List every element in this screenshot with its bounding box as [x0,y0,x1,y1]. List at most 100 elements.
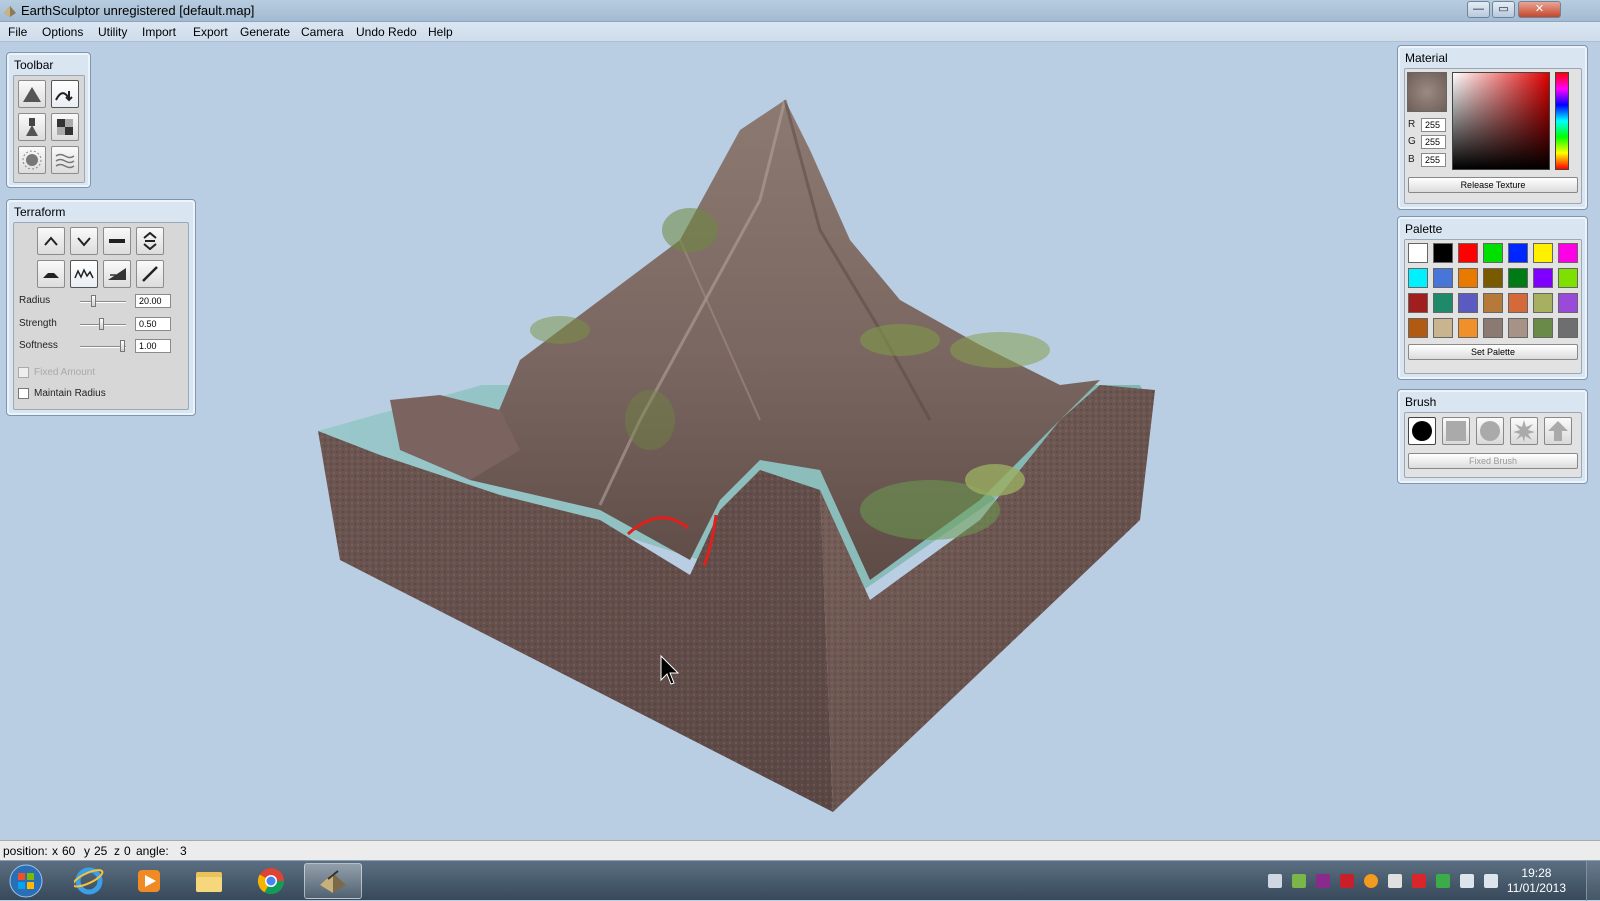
palette-swatch[interactable] [1408,293,1428,313]
palette-swatch[interactable] [1433,293,1453,313]
set-palette-button[interactable]: Set Palette [1408,344,1578,360]
taskbar-clock[interactable]: 19:28 11/01/2013 [1507,866,1566,896]
taskbar-earthsculptor[interactable] [304,863,362,899]
taskbar-internet-explorer[interactable] [60,863,118,899]
g-input[interactable]: 255 [1421,135,1446,149]
palette-swatch[interactable] [1558,268,1578,288]
square-brush-button[interactable] [1442,417,1470,445]
dig-tool-button[interactable] [136,227,164,255]
water-tool-button[interactable] [51,146,79,174]
palette-swatch[interactable] [1408,268,1428,288]
palette-swatch[interactable] [1533,243,1553,263]
palette-swatch[interactable] [1458,268,1478,288]
tray-power-icon[interactable] [1460,874,1474,888]
brush-body: Fixed Brush [1404,412,1582,478]
terrain-viewport[interactable] [0,43,1600,840]
ramp-tool-button[interactable] [136,260,164,288]
show-desktop-button[interactable] [1586,861,1600,901]
strength-input[interactable]: 0.50 [135,317,171,331]
maintain-radius-checkbox[interactable] [18,388,29,399]
palette-swatch[interactable] [1558,318,1578,338]
terrain-tool-button[interactable] [18,80,46,108]
palette-swatch[interactable] [1508,268,1528,288]
palette-swatch[interactable] [1508,293,1528,313]
raise-icon [44,236,58,246]
fixed-brush-button[interactable]: Fixed Brush [1408,453,1578,469]
palette-swatch[interactable] [1533,293,1553,313]
tray-onenote-icon[interactable] [1316,874,1330,888]
texture-icon [57,119,73,135]
paint-tool-button[interactable] [18,113,46,141]
menu-help[interactable]: Help [428,25,453,39]
menu-utility[interactable]: Utility [98,25,127,39]
radius-input[interactable]: 20.00 [135,294,171,308]
palette-swatch[interactable] [1458,243,1478,263]
menu-undo-redo[interactable]: Undo Redo [356,25,417,39]
palette-swatch[interactable] [1433,318,1453,338]
noise-tool-button[interactable] [70,260,98,288]
palette-swatch[interactable] [1408,243,1428,263]
splatter-brush-button[interactable] [1510,417,1538,445]
palette-swatch[interactable] [1483,293,1503,313]
taskbar-file-explorer[interactable] [180,863,238,899]
texture-swatch[interactable] [1407,72,1447,112]
palette-swatch[interactable] [1483,268,1503,288]
menu-options[interactable]: Options [42,25,83,39]
texture-tool-button[interactable] [51,113,79,141]
menu-import[interactable]: Import [142,25,176,39]
palette-swatch[interactable] [1408,318,1428,338]
arrow-brush-icon [1548,421,1568,441]
minimize-button[interactable]: — [1467,1,1490,18]
arrow-brush-button[interactable] [1544,417,1572,445]
palette-swatch[interactable] [1433,268,1453,288]
softness-input[interactable]: 1.00 [135,339,171,353]
palette-swatch[interactable] [1533,318,1553,338]
palette-swatch[interactable] [1508,318,1528,338]
palette-swatch[interactable] [1483,318,1503,338]
flatten-tool-button[interactable] [103,227,131,255]
softness-slider-thumb[interactable] [119,340,125,352]
lower-tool-button[interactable] [70,227,98,255]
radius-slider-thumb[interactable] [90,295,96,307]
tray-sync-icon[interactable] [1436,874,1450,888]
tray-app-icon[interactable] [1292,874,1306,888]
start-button[interactable] [0,863,52,899]
color-picker-square[interactable] [1452,72,1550,170]
palette-swatch[interactable] [1533,268,1553,288]
circle-brush-button[interactable] [1408,417,1436,445]
palette-swatch[interactable] [1558,243,1578,263]
tray-flag-icon[interactable] [1388,874,1402,888]
taskbar-chrome[interactable] [242,863,300,899]
smooth-terrain-tool-button[interactable] [51,80,79,108]
menu-file[interactable]: File [8,25,27,39]
taskbar-media-player[interactable] [120,863,178,899]
palette-swatch[interactable] [1558,293,1578,313]
fixed-amount-checkbox[interactable] [18,367,29,378]
palette-swatch[interactable] [1483,243,1503,263]
palette-swatch[interactable] [1458,293,1478,313]
menu-camera[interactable]: Camera [301,25,344,39]
radius-slider-track[interactable] [80,301,126,303]
b-input[interactable]: 255 [1421,153,1446,167]
tray-security-icon[interactable] [1412,874,1426,888]
menu-generate[interactable]: Generate [240,25,290,39]
tray-network-icon[interactable] [1268,874,1282,888]
palette-swatch[interactable] [1458,318,1478,338]
erode-tool-button[interactable] [103,260,131,288]
plateau-tool-button[interactable] [37,260,65,288]
soft-circle-brush-button[interactable] [1476,417,1504,445]
close-button[interactable]: ✕ [1518,1,1561,18]
palette-swatch[interactable] [1508,243,1528,263]
light-tool-button[interactable] [18,146,46,174]
tray-update-icon[interactable] [1364,874,1378,888]
menu-export[interactable]: Export [193,25,228,39]
maximize-button[interactable]: ▭ [1492,1,1515,18]
release-texture-button[interactable]: Release Texture [1408,177,1578,193]
palette-swatch[interactable] [1433,243,1453,263]
tray-volume-icon[interactable] [1484,874,1498,888]
strength-slider-thumb[interactable] [98,318,104,330]
r-input[interactable]: 255 [1421,118,1446,132]
raise-tool-button[interactable] [37,227,65,255]
tray-acrobat-icon[interactable] [1340,874,1354,888]
hue-slider[interactable] [1555,72,1569,170]
